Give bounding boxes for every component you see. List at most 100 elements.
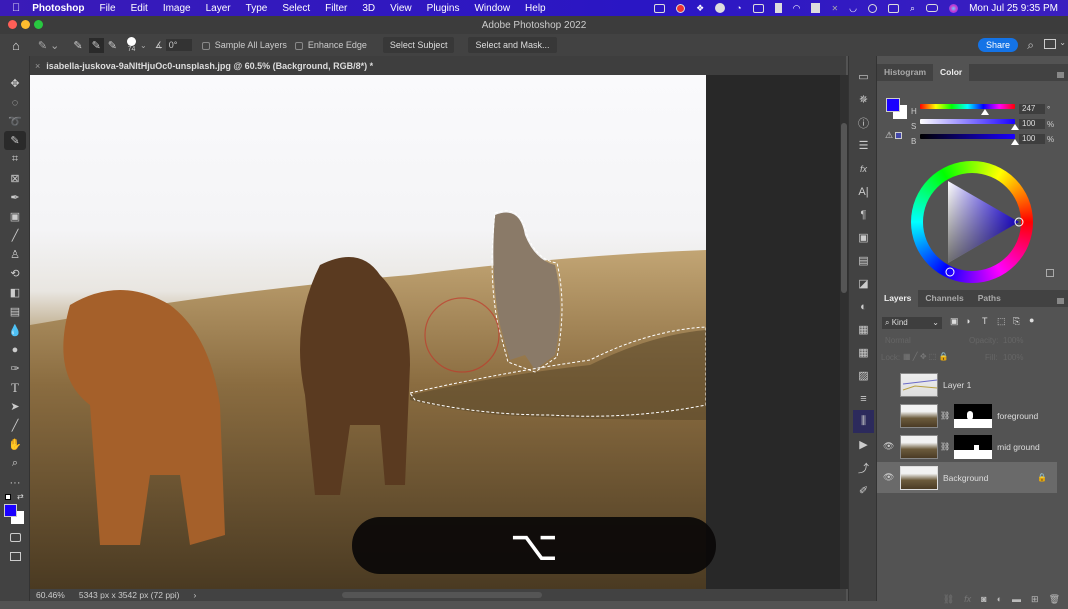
menu-app-name[interactable]: Photoshop (32, 3, 84, 14)
panel-menu-icon[interactable] (1057, 72, 1064, 78)
filter-shape-icon[interactable]: ⬚ (997, 316, 1006, 327)
layer-mask-thumbnail[interactable] (954, 403, 993, 428)
select-and-mask-button[interactable]: Select and Mask... (468, 37, 557, 53)
airplay-icon[interactable] (752, 3, 764, 13)
saturation-slider[interactable] (920, 119, 1015, 124)
info-icon[interactable]: ⓘ (849, 111, 878, 134)
frame-tool[interactable]: ⊠ (4, 169, 26, 188)
menu-help[interactable]: Help (525, 3, 546, 14)
zoom-window-button[interactable] (34, 20, 43, 29)
libraries-icon[interactable]: ▣ (849, 226, 878, 249)
layer-mask-thumbnail[interactable] (954, 434, 993, 459)
web-safe-swatch[interactable] (895, 132, 902, 139)
globe-icon[interactable] (715, 3, 726, 13)
tool-preset-picker[interactable]: ✎ ⌄ (38, 39, 60, 52)
artboard-icon[interactable]: ◪ (849, 272, 878, 295)
sample-all-layers-checkbox[interactable]: Sample All Layers (201, 40, 287, 50)
out-of-gamut-warning-icon[interactable]: ⚠ (885, 130, 893, 141)
layer-row-background[interactable]: 👁 Background 🔒 (877, 462, 1057, 493)
type-tool[interactable]: T (4, 378, 26, 397)
gauge-icon[interactable]: ◠ (793, 3, 801, 14)
brush-tool[interactable]: ╱ (4, 226, 26, 245)
subtract-from-selection-icon[interactable]: ✎ (108, 39, 117, 52)
menu-layer[interactable]: Layer (206, 3, 231, 14)
actions-play-icon[interactable]: ▶ (849, 433, 878, 456)
select-subject-button[interactable]: Select Subject (382, 37, 455, 53)
filter-toggle-icon[interactable]: ● (1029, 315, 1034, 325)
line-tool[interactable]: ╱ (4, 416, 26, 435)
saturation-value[interactable]: 100 (1019, 119, 1045, 129)
canvas-area[interactable] (30, 75, 840, 589)
scrollbar-thumb[interactable] (841, 123, 847, 293)
layer-name[interactable]: mid ground (997, 442, 1040, 452)
comments-icon[interactable]: ▭ (849, 65, 878, 88)
tab-color[interactable]: Color (933, 63, 970, 81)
color-wheel[interactable] (911, 161, 1033, 283)
layer-name[interactable]: Layer 1 (943, 380, 971, 390)
dropbox-icon[interactable]: ❖ (696, 3, 704, 14)
lock-icons[interactable]: ▦ ╱ ✥ ⬚ 🔒 (903, 352, 949, 361)
search-icon[interactable]: ⌕ (1027, 38, 1034, 53)
glyphs-icon[interactable]: ▦ (849, 318, 878, 341)
eraser-tool[interactable]: ◧ (4, 283, 26, 302)
layer-row-mid-ground[interactable]: 👁 ⛓ mid ground (877, 431, 1057, 462)
menu-file[interactable]: File (99, 3, 115, 14)
link-layers-icon[interactable]: ⛓ (943, 594, 954, 605)
visibility-eye-icon[interactable]: 👁 (883, 441, 894, 452)
blend-mode-select[interactable]: Normal (885, 336, 911, 345)
path-selection-tool[interactable]: ➤ (4, 397, 26, 416)
layer-row-layer-1[interactable]: Layer 1 (877, 369, 1057, 400)
tab-paths[interactable]: Paths (971, 289, 1008, 307)
wifi-icon[interactable]: ◡ (849, 3, 857, 14)
brightness-slider-knob[interactable] (1011, 139, 1019, 145)
filter-type-icon[interactable]: T (982, 316, 988, 326)
channels-mixer-icon[interactable]: ≡ (849, 387, 878, 410)
menu-3d[interactable]: 3D (362, 3, 375, 14)
workspace-chevron-icon[interactable]: ⌄ (1059, 38, 1066, 47)
navigator-icon[interactable]: ✵ (849, 88, 878, 111)
tab-histogram[interactable]: Histogram (877, 63, 933, 81)
marquee-tool[interactable]: ◌ (4, 93, 26, 112)
brush-settings-icon[interactable]: ✐ (849, 479, 878, 502)
layer-comps-icon[interactable]: ⫼ (853, 410, 874, 433)
brightness-slider[interactable] (920, 134, 1015, 139)
history-brush-tool[interactable]: ⟲ (4, 264, 26, 283)
bookmark-icon[interactable] (774, 3, 782, 13)
new-layer-icon[interactable]: ⊞ (1031, 594, 1039, 605)
siri-icon[interactable] (949, 3, 959, 13)
window-manager-icon[interactable] (811, 3, 821, 13)
new-selection-icon[interactable]: ✎ (73, 39, 82, 52)
add-layer-style-icon[interactable]: fx (964, 594, 971, 604)
layer-filter-kind[interactable]: ⌕ Kind ⌄ (882, 317, 942, 329)
zoom-tool[interactable]: ⌕ (4, 454, 26, 473)
horizontal-scrollbar[interactable] (342, 592, 542, 598)
styles-icon[interactable]: fx (849, 157, 878, 180)
layer-name[interactable]: Background (943, 473, 988, 483)
saturation-slider-knob[interactable] (1011, 124, 1019, 130)
menu-view[interactable]: View (390, 3, 412, 14)
vertical-scrollbar[interactable] (840, 75, 848, 589)
tab-layers[interactable]: Layers (877, 289, 919, 307)
quick-mask-button[interactable] (4, 528, 26, 547)
fill-value[interactable]: 100% (1003, 353, 1023, 362)
close-tab-icon[interactable]: × (35, 61, 40, 71)
close-window-button[interactable] (8, 20, 17, 29)
control-center-icon[interactable] (926, 4, 939, 12)
minimize-window-button[interactable] (21, 20, 30, 29)
home-icon[interactable]: ⌂ (12, 38, 20, 53)
layers-panel-menu-icon[interactable] (1057, 298, 1064, 304)
document-tab[interactable]: × isabella-juskova-9aNltHjuOc0-unsplash.… (30, 56, 846, 75)
menu-select[interactable]: Select (282, 3, 310, 14)
menu-plugins[interactable]: Plugins (427, 3, 460, 14)
mask-link-icon[interactable]: ⛓ (940, 411, 950, 420)
blur-tool[interactable]: 💧 (4, 321, 26, 340)
chevron-down-icon[interactable]: ⌄ (140, 41, 147, 50)
status-menu-arrow[interactable]: › (194, 590, 197, 600)
pen-tool[interactable]: ✑ (4, 359, 26, 378)
document-image[interactable] (30, 75, 706, 589)
properties-icon[interactable]: ☰ (849, 134, 878, 157)
hand-tool[interactable]: ✋ (4, 435, 26, 454)
hue-value[interactable]: 247 (1019, 104, 1045, 114)
apple-menu-icon[interactable]:  (12, 2, 20, 14)
crop-tool[interactable]: ⌗ (4, 150, 26, 169)
